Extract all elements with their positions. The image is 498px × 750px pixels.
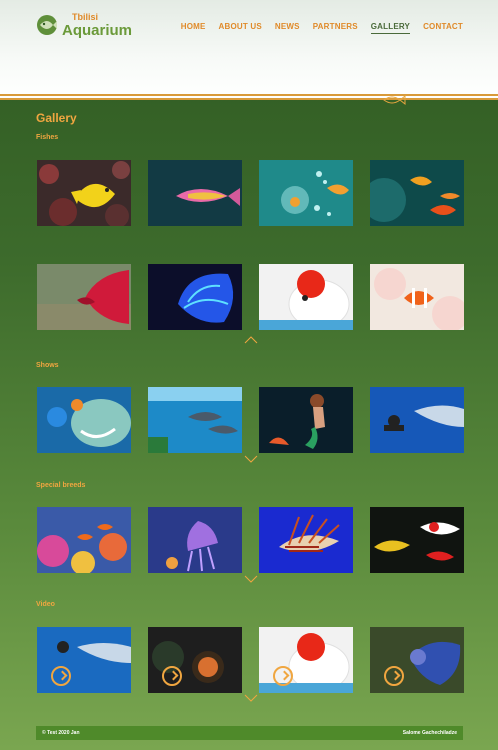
gallery-thumb-mermaid[interactable]: [259, 387, 353, 453]
nav-about-us[interactable]: ABOUT US: [219, 22, 262, 34]
gallery-thumb-koi[interactable]: [370, 507, 464, 573]
play-icon[interactable]: [51, 666, 71, 686]
red-betta-image: [37, 264, 131, 330]
chevron-down-icon[interactable]: [244, 694, 258, 702]
video-thumb-betta[interactable]: [370, 627, 464, 693]
coral-reef-image: [37, 507, 131, 573]
footer-copyright: © Test 2020 Jan: [42, 730, 80, 736]
gallery-thumb-diver-shark[interactable]: [370, 387, 464, 453]
video-thumb-cave-fish[interactable]: [148, 627, 242, 693]
video-oranda-image: [259, 627, 353, 693]
gallery-thumb-red-betta[interactable]: [37, 264, 131, 330]
gallery-thumb-lionfish[interactable]: [259, 507, 353, 573]
play-icon[interactable]: [273, 666, 293, 686]
gallery-thumb-blue-betta[interactable]: [148, 264, 242, 330]
section-title-shows: Shows: [36, 362, 59, 369]
fish-decoration-icon: [383, 94, 406, 106]
goldfish-pair-image: [370, 160, 464, 226]
page-title: Gallery: [36, 111, 77, 125]
gallery-thumb-dolphins[interactable]: [148, 387, 242, 453]
yellow-tang-image: [37, 160, 131, 226]
brand-small: Tbilisi: [72, 11, 99, 22]
video-thumb-oranda[interactable]: [259, 627, 353, 693]
chevron-down-icon[interactable]: [244, 455, 258, 463]
gallery-thumb-yellow-tang[interactable]: [37, 160, 131, 226]
nav-gallery[interactable]: GALLERY: [370, 22, 411, 34]
brand-big: Aquarium: [62, 21, 133, 39]
gallery-thumb-pink-fish[interactable]: [148, 160, 242, 226]
site-footer: © Test 2020 Jan Salome Gachechiladze: [36, 726, 463, 740]
section-title-video: Video: [36, 601, 55, 608]
nav-contact[interactable]: CONTACT: [423, 22, 463, 34]
blue-betta-image: [148, 264, 242, 330]
gallery-thumb-coral-reef[interactable]: [37, 507, 131, 573]
pink-fish-image: [148, 160, 242, 226]
chevron-up-icon[interactable]: [244, 336, 258, 344]
gallery-thumb-cartoon-fish[interactable]: [37, 387, 131, 453]
lionfish-image: [259, 507, 353, 573]
header-divider: [0, 94, 498, 96]
fish-logo-icon: [37, 15, 57, 35]
video-cave-fish-image: [148, 627, 242, 693]
chevron-down-icon[interactable]: [244, 575, 258, 583]
gallery-thumb-jellyfish[interactable]: [148, 507, 242, 573]
oranda-goldfish-image: [259, 264, 353, 330]
bubble-goldfish-image: [259, 160, 353, 226]
play-icon[interactable]: [384, 666, 404, 686]
gallery-thumb-oranda-goldfish[interactable]: [259, 264, 353, 330]
footer-author: Salome Gachechiladze: [402, 730, 457, 736]
gallery-thumb-goldfish-pair[interactable]: [370, 160, 464, 226]
section-title-fishes: Fishes: [36, 134, 59, 141]
nav-news[interactable]: NEWS: [275, 22, 300, 34]
nav-home[interactable]: HOME: [181, 22, 206, 34]
mermaid-image: [259, 387, 353, 453]
dolphins-image: [148, 387, 242, 453]
site-header: Tbilisi Aquarium HOME ABOUT US NEWS PART…: [0, 0, 498, 100]
cartoon-fish-image: [37, 387, 131, 453]
gallery-thumb-bubble-goldfish[interactable]: [259, 160, 353, 226]
play-icon[interactable]: [162, 666, 182, 686]
nav-partners[interactable]: PARTNERS: [313, 22, 358, 34]
video-thumb-diver[interactable]: [37, 627, 131, 693]
video-diver-image: [37, 627, 131, 693]
jellyfish-image: [148, 507, 242, 573]
gallery-thumb-clownfish[interactable]: [370, 264, 464, 330]
diver-shark-image: [370, 387, 464, 453]
video-betta-image: [370, 627, 464, 693]
main-nav: HOME ABOUT US NEWS PARTNERS GALLERY CONT…: [181, 22, 463, 34]
clownfish-image: [370, 264, 464, 330]
koi-image: [370, 507, 464, 573]
section-title-special-breeds: Special breeds: [36, 482, 86, 489]
site-logo[interactable]: Tbilisi Aquarium: [36, 12, 132, 38]
